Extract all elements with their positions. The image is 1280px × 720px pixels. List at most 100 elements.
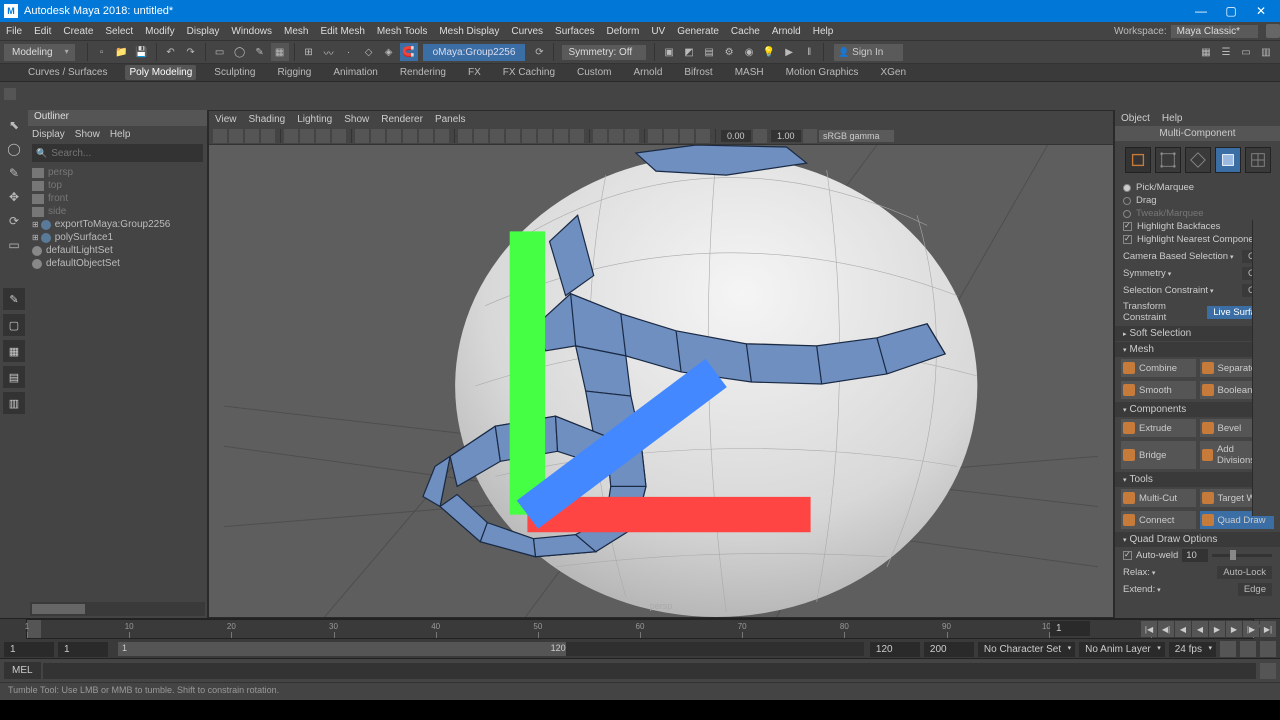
playblast-icon[interactable]: ▶ (780, 43, 798, 61)
menu-create[interactable]: Create (63, 26, 93, 37)
menu-uv[interactable]: UV (651, 26, 665, 37)
menu-windows[interactable]: Windows (231, 26, 272, 37)
range-end-field[interactable]: 120 (870, 642, 920, 657)
shelf-tab[interactable]: XGen (876, 65, 910, 80)
vertex-mode-button[interactable] (1155, 147, 1181, 173)
ipr-icon[interactable]: ◩ (680, 43, 698, 61)
range-start-field[interactable]: 1 (58, 642, 108, 657)
save-scene-icon[interactable]: 💾 (133, 43, 151, 61)
layout-four[interactable]: ▦ (3, 340, 25, 362)
layout-single[interactable]: ▢ (3, 314, 25, 336)
smooth-button[interactable]: Smooth (1121, 381, 1196, 399)
play-fwd-button[interactable]: ▶ (1209, 621, 1225, 637)
outliner-item[interactable]: top (32, 179, 203, 192)
step-back-button[interactable]: ◀ (1175, 621, 1191, 637)
bridge-button[interactable]: Bridge (1121, 441, 1196, 469)
current-frame-field[interactable]: 1 (1050, 621, 1090, 636)
select-tool-icon[interactable]: ▭ (211, 43, 229, 61)
live-surface-icon[interactable]: 🧲 (400, 43, 418, 61)
snap-view-icon[interactable]: ◈ (380, 43, 398, 61)
move-tool[interactable]: ✥ (3, 186, 25, 208)
shelf-tab[interactable]: MASH (731, 65, 768, 80)
shelf-tab[interactable]: Bifrost (680, 65, 716, 80)
paint-tool[interactable]: ✎ (3, 162, 25, 184)
toolkit-toggle-icon[interactable]: ▦ (1197, 43, 1215, 61)
autoweld-row[interactable]: Auto-weld 10 (1115, 547, 1280, 564)
anim-layer-dropdown[interactable]: No Anim Layer (1079, 642, 1165, 657)
menu-edit[interactable]: Edit (34, 26, 51, 37)
autokey-icon[interactable] (1240, 641, 1256, 657)
menu-generate[interactable]: Generate (677, 26, 719, 37)
outliner-item[interactable]: ⊞exportToMaya:Group2256 (32, 218, 203, 231)
play-back-button[interactable]: ◀ (1192, 621, 1208, 637)
rotate-tool[interactable]: ⟳ (3, 210, 25, 232)
menu-meshtools[interactable]: Mesh Tools (377, 26, 427, 37)
menu-mesh[interactable]: Mesh (284, 26, 308, 37)
menu-help[interactable]: Help (813, 26, 834, 37)
opt-pick[interactable]: Pick/Marquee (1123, 181, 1272, 194)
range-slider[interactable]: 1 120 (118, 642, 864, 656)
snap-grid-icon[interactable]: ⊞ (300, 43, 318, 61)
uv-mode-button[interactable] (1245, 147, 1271, 173)
extend-row[interactable]: Extend:Edge (1115, 581, 1280, 598)
render-seq-icon[interactable]: ▤ (700, 43, 718, 61)
vmenu-shading[interactable]: Shading (249, 114, 286, 125)
character-set-dropdown[interactable]: No Character Set (978, 642, 1075, 657)
shelf-tab[interactable]: Curves / Surfaces (24, 65, 111, 80)
step-fwd-key-button[interactable]: |▶ (1243, 621, 1259, 637)
object-mode-button[interactable] (1125, 147, 1151, 173)
shelf-tab[interactable]: Rendering (396, 65, 450, 80)
snap-point-icon[interactable]: · (340, 43, 358, 61)
redo-icon[interactable]: ↷ (182, 43, 200, 61)
prefs-icon[interactable] (1260, 641, 1276, 657)
menu-select[interactable]: Select (105, 26, 133, 37)
paint-select-icon[interactable]: ✎ (251, 43, 269, 61)
outliner-menu-display[interactable]: Display (32, 129, 65, 140)
outliner-search-input[interactable] (51, 148, 199, 159)
lock-icon[interactable] (1266, 24, 1280, 38)
step-back-key-button[interactable]: ◀| (1158, 621, 1174, 637)
menu-curves[interactable]: Curves (511, 26, 543, 37)
last-tool[interactable]: ✎ (3, 288, 25, 310)
loop-icon[interactable] (1220, 641, 1236, 657)
shelf-tab[interactable]: FX Caching (499, 65, 559, 80)
menu-arnold[interactable]: Arnold (772, 26, 801, 37)
outliner-item[interactable]: persp (32, 166, 203, 179)
selmode-icon[interactable]: ▦ (271, 43, 289, 61)
attr-editor-icon[interactable]: ☰ (1217, 43, 1235, 61)
connect-button[interactable]: Connect (1121, 511, 1196, 529)
mtk-menu-object[interactable]: Object (1121, 113, 1150, 124)
face-mode-button[interactable] (1215, 147, 1241, 173)
fps-dropdown[interactable]: 24 fps (1169, 642, 1216, 657)
layout-persp[interactable]: ▥ (3, 392, 25, 414)
opt-nearest[interactable]: Highlight Nearest Component (1123, 233, 1272, 246)
vmenu-renderer[interactable]: Renderer (381, 114, 423, 125)
edge-mode-button[interactable] (1185, 147, 1211, 173)
outliner-item[interactable]: front (32, 192, 203, 205)
vmenu-view[interactable]: View (215, 114, 237, 125)
shelf-toggle-icon[interactable] (4, 88, 16, 100)
workspace-dropdown[interactable]: Maya Classic* (1171, 25, 1258, 38)
vmenu-show[interactable]: Show (344, 114, 369, 125)
outliner-item[interactable]: defaultLightSet (32, 244, 203, 257)
menu-display[interactable]: Display (187, 26, 220, 37)
symmetry-dropdown[interactable]: Symmetry: Off (562, 45, 646, 60)
minimize-button[interactable]: — (1186, 4, 1216, 18)
light-editor-icon[interactable]: 💡 (760, 43, 778, 61)
autoweld-slider[interactable] (1212, 554, 1272, 557)
command-input[interactable] (43, 663, 1256, 679)
outliner-tree[interactable]: persp top front side ⊞exportToMaya:Group… (28, 164, 207, 600)
render-icon[interactable]: ▣ (660, 43, 678, 61)
outliner-item[interactable]: defaultObjectSet (32, 257, 203, 270)
snap-plane-icon[interactable]: ◇ (360, 43, 378, 61)
multicut-button[interactable]: Multi-Cut (1121, 489, 1196, 507)
history-toggle-icon[interactable]: ⟳ (530, 43, 548, 61)
menu-editmesh[interactable]: Edit Mesh (320, 26, 364, 37)
shelf-tab[interactable]: Custom (573, 65, 615, 80)
tool-settings-icon[interactable]: ▭ (1237, 43, 1255, 61)
signin-button[interactable]: Sign In (834, 44, 903, 61)
opt-backfaces[interactable]: Highlight Backfaces (1123, 220, 1272, 233)
autoweld-value[interactable]: 10 (1182, 549, 1208, 562)
outliner-menu-help[interactable]: Help (110, 129, 131, 140)
shelf-tab[interactable]: Rigging (273, 65, 315, 80)
